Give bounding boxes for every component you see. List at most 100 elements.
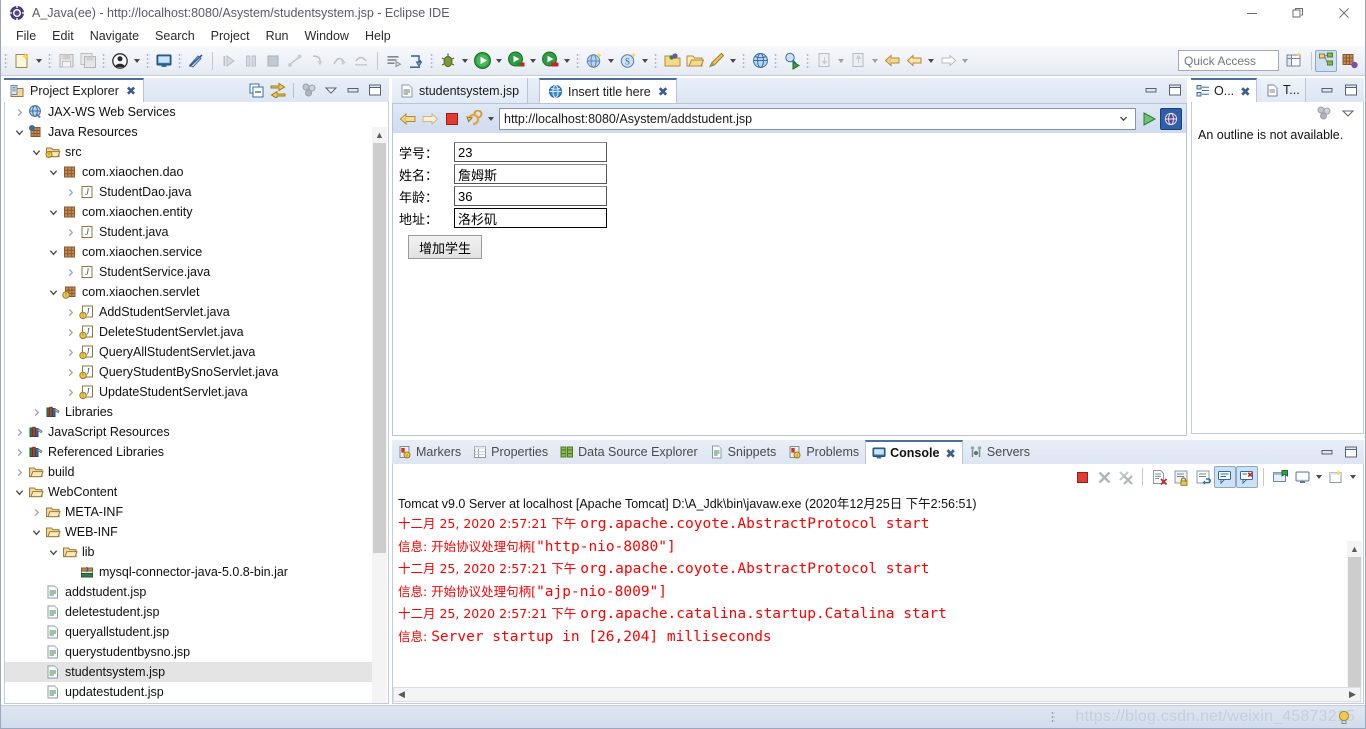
menu-search[interactable]: Search	[147, 28, 203, 44]
pin-console-icon[interactable]	[1269, 466, 1291, 488]
tree-twisty-none[interactable]	[62, 562, 78, 582]
open-console-icon[interactable]	[1325, 466, 1347, 488]
input-age[interactable]	[454, 186, 607, 206]
view-menu-dots-icon[interactable]	[1315, 104, 1333, 122]
show-console-on-error-icon[interactable]	[1236, 466, 1258, 488]
tree-item[interactable]: updatestudent.jsp	[5, 682, 373, 702]
tree-twisty-collapsed[interactable]	[11, 462, 27, 482]
tree-twisty-collapsed[interactable]	[62, 262, 78, 282]
back-dropdown-arrow[interactable]	[925, 50, 937, 72]
tree-twisty-expanded[interactable]	[45, 282, 61, 302]
user-account-icon[interactable]	[109, 50, 131, 72]
toggle-breakpoint-icon[interactable]	[405, 50, 427, 72]
tree-twisty-collapsed[interactable]	[62, 362, 78, 382]
maximize-icon[interactable]	[365, 80, 385, 100]
tree-item[interactable]: querystudentbysno.jsp	[5, 642, 373, 662]
maximize-icon[interactable]	[1166, 81, 1184, 99]
view-menu-icon[interactable]	[1339, 104, 1357, 122]
back-arrow-icon[interactable]	[397, 108, 419, 130]
tree-twisty-collapsed[interactable]	[62, 342, 78, 362]
tree-item[interactable]: deletestudent.jsp	[5, 602, 373, 622]
debug-dropdown-arrow[interactable]	[459, 50, 471, 72]
console-tab-properties[interactable]: Properties	[467, 440, 554, 464]
status-bar-grip[interactable]	[1051, 711, 1055, 724]
menu-run[interactable]: Run	[258, 28, 297, 44]
project-tree[interactable]: JAX-WS Web Services Java Resources! src com…	[4, 102, 389, 704]
toolbar-grip[interactable]	[774, 52, 778, 69]
new-wizard-dropdown-arrow[interactable]	[33, 50, 45, 72]
toolbar-grip[interactable]	[430, 52, 434, 69]
tree-twisty-expanded[interactable]	[11, 122, 27, 142]
tree-twisty-collapsed[interactable]	[11, 442, 27, 462]
console-tab-console[interactable]: Console ✖	[865, 440, 963, 464]
tree-item[interactable]: com.xiaochen.service	[5, 242, 373, 262]
scroll-up-icon[interactable]: ▲	[1347, 541, 1362, 556]
add-student-button[interactable]: 增加学生	[408, 235, 482, 259]
tree-item[interactable]: JavaScript Resources	[5, 422, 373, 442]
restore-icon[interactable]	[1275, 0, 1321, 26]
no-annotation-icon[interactable]	[185, 50, 207, 72]
browser-url-bar[interactable]: http://localhost:8080/Asystem/addstudent…	[499, 107, 1136, 130]
tree-item[interactable]: ! src	[5, 142, 373, 162]
console-scrollbar[interactable]: ▲ ▼	[1347, 541, 1362, 703]
console-tab-markers[interactable]: ! Markers	[392, 440, 467, 464]
close-tab-icon[interactable]: ✖	[658, 84, 668, 99]
console-tab-servers[interactable]: Servers	[963, 440, 1036, 464]
toolbar-grip[interactable]	[48, 52, 52, 69]
tree-twisty-none[interactable]	[28, 622, 44, 642]
tree-twisty-collapsed[interactable]	[62, 222, 78, 242]
minimize-icon[interactable]	[1318, 443, 1336, 461]
tree-item[interactable]: J! QueryStudentBySnoServlet.java	[5, 362, 373, 382]
tree-twisty-collapsed[interactable]	[11, 422, 27, 442]
tree-twisty-none[interactable]	[28, 642, 44, 662]
run-icon[interactable]	[471, 50, 493, 72]
menu-file[interactable]: File	[8, 28, 44, 44]
tree-item[interactable]: studentsystem.jsp	[5, 662, 373, 682]
tree-item[interactable]: Java Resources	[5, 122, 373, 142]
chevron-down-icon[interactable]	[1116, 113, 1131, 124]
tree-item[interactable]: WEB-INF	[5, 522, 373, 542]
run-server-icon[interactable]	[505, 50, 527, 72]
tree-item[interactable]: lib	[5, 542, 373, 562]
search-sequence-icon[interactable]: S	[617, 50, 639, 72]
scroll-lock-icon[interactable]	[1170, 466, 1192, 488]
open-type-icon[interactable]	[661, 50, 683, 72]
tree-twisty-collapsed[interactable]	[62, 302, 78, 322]
tree-item[interactable]: addstudent.jsp	[5, 582, 373, 602]
link-with-editor-icon[interactable]	[268, 80, 288, 100]
toolbar-grip[interactable]	[806, 52, 810, 69]
new-web-project-icon[interactable]	[583, 50, 605, 72]
new-web-project-dropdown-arrow[interactable]	[605, 50, 617, 72]
display-console-dropdown-arrow[interactable]	[1313, 466, 1325, 488]
java-perspective-icon[interactable]	[1339, 50, 1361, 72]
toolbar-grip[interactable]	[742, 52, 746, 69]
scroll-thumb[interactable]	[1348, 557, 1361, 687]
tree-item[interactable]: JAX-WS Web Services	[5, 102, 373, 122]
close-tab-icon[interactable]: ✖	[945, 446, 955, 461]
tree-twisty-expanded[interactable]	[28, 522, 44, 542]
tab-project-explorer[interactable]: Project Explorer ✖	[4, 78, 144, 102]
toolbar-grip[interactable]	[178, 52, 182, 69]
open-console-dropdown-arrow[interactable]	[1347, 466, 1359, 488]
tree-twisty-none[interactable]	[28, 602, 44, 622]
console-tab-data-source-explorer[interactable]: Data Source Explorer	[554, 440, 704, 464]
menu-window[interactable]: Window	[297, 28, 357, 44]
open-console-icon[interactable]	[153, 50, 175, 72]
toolbar-grip[interactable]	[4, 52, 8, 69]
tree-twisty-none[interactable]	[28, 582, 44, 602]
web-browser-icon[interactable]	[749, 50, 771, 72]
tab-outline[interactable]: O... ✖	[1191, 78, 1257, 102]
input-address[interactable]	[454, 208, 607, 228]
close-icon[interactable]	[1321, 0, 1365, 26]
menu-help[interactable]: Help	[357, 28, 399, 44]
tree-twisty-collapsed[interactable]	[62, 182, 78, 202]
quick-access-input[interactable]	[1178, 50, 1279, 71]
menu-project[interactable]: Project	[203, 28, 258, 44]
stop-icon[interactable]	[441, 108, 463, 130]
tree-item[interactable]: Referenced Libraries	[5, 442, 373, 462]
forward-icon[interactable]	[903, 50, 925, 72]
run-validation-icon[interactable]	[781, 50, 803, 72]
menu-navigate[interactable]: Navigate	[82, 28, 147, 44]
tree-twisty-collapsed[interactable]	[28, 502, 44, 522]
tab-task-list[interactable]: T...	[1261, 78, 1306, 102]
